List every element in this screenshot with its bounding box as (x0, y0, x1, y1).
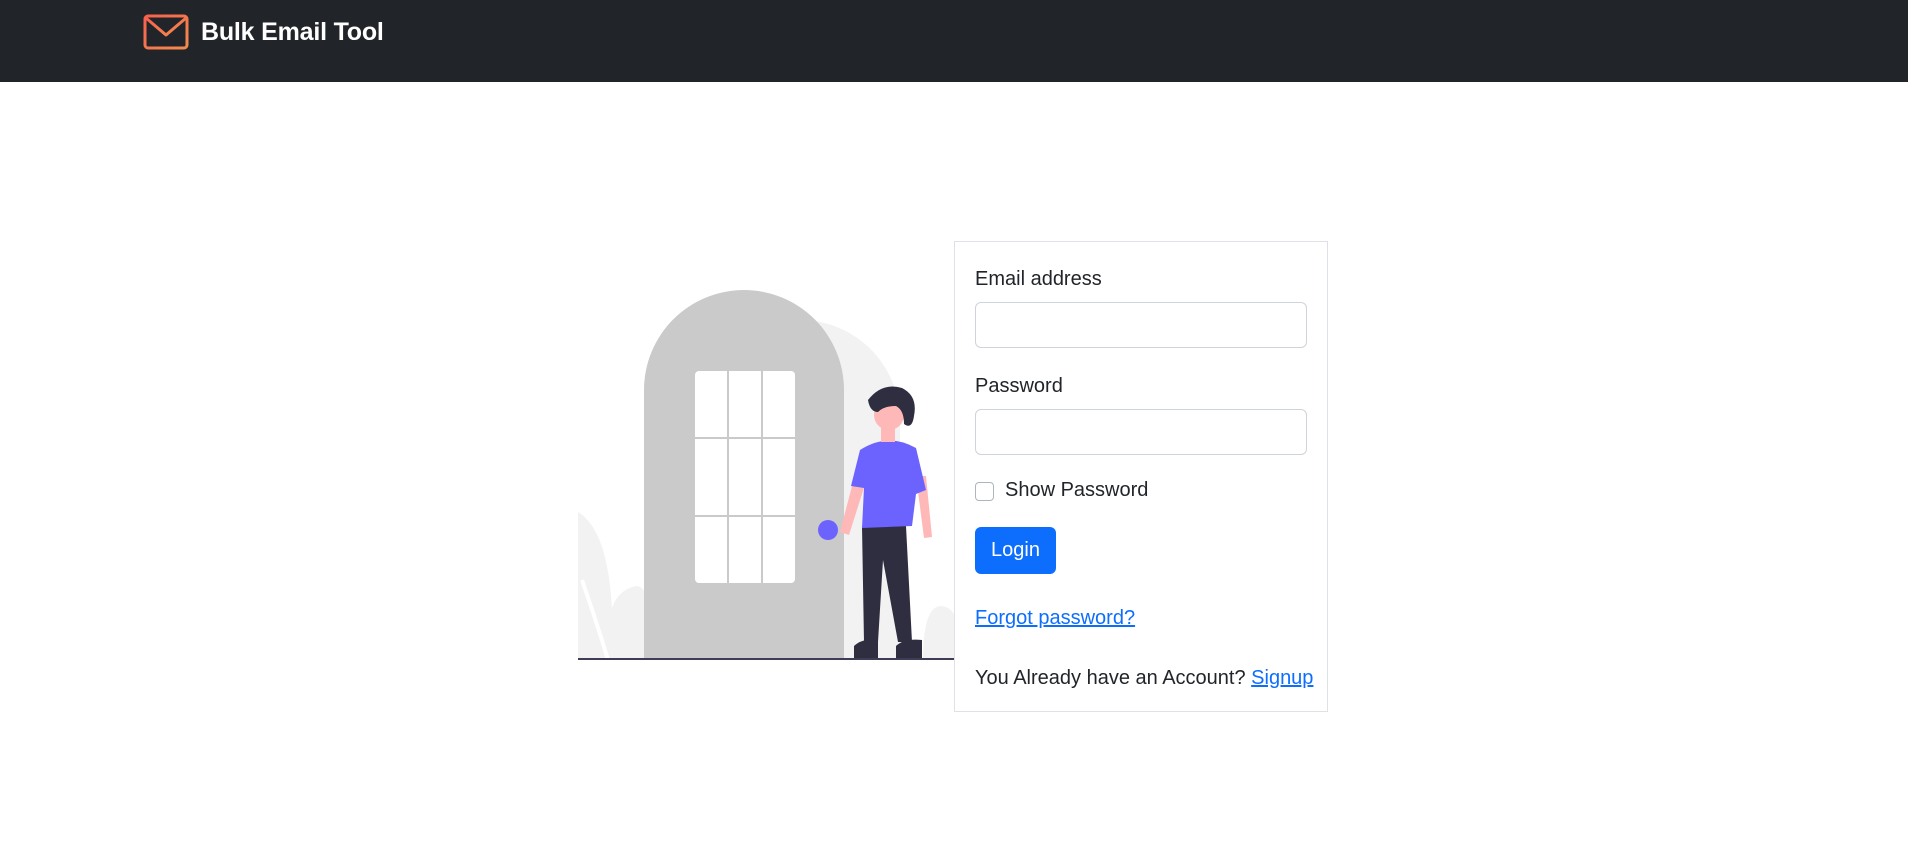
brand-link[interactable]: Bulk Email Tool (143, 14, 384, 50)
account-prompt-text: You Already have an Account? (975, 667, 1246, 689)
signup-prompt: You Already have an Account? Signup (975, 667, 1313, 690)
person-at-door-illustration (578, 290, 958, 667)
show-password-label[interactable]: Show Password (1005, 479, 1148, 502)
login-form: Email address Password Show Password Log… (954, 241, 1328, 712)
show-password-checkbox[interactable] (975, 482, 994, 501)
email-label: Email address (975, 268, 1102, 290)
forgot-password-link[interactable]: Forgot password? (975, 607, 1135, 630)
brand-name: Bulk Email Tool (201, 17, 384, 46)
password-label: Password (975, 375, 1063, 397)
signup-link[interactable]: Signup (1251, 667, 1313, 689)
login-button[interactable]: Login (975, 527, 1056, 574)
email-field[interactable] (975, 302, 1307, 348)
envelope-icon (143, 14, 189, 50)
page-scrollbar[interactable] (1908, 0, 1920, 851)
top-navbar: Bulk Email Tool (0, 0, 1908, 82)
password-field[interactable] (975, 409, 1307, 455)
